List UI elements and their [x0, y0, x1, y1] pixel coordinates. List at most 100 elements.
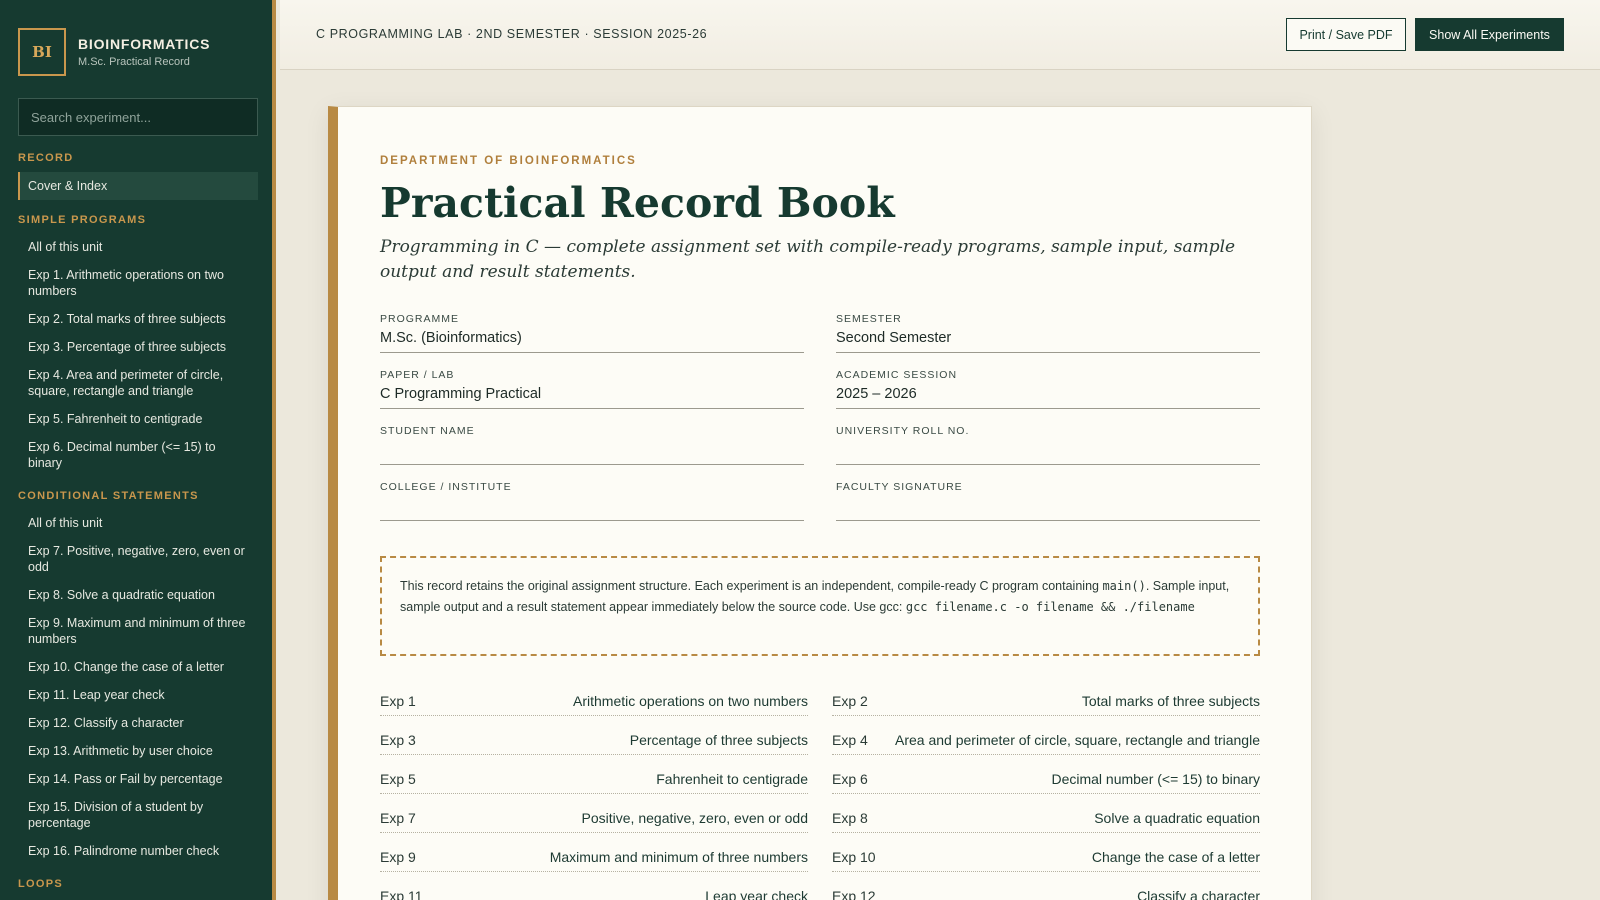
- index-entry-exp3[interactable]: Exp 3 Percentage of three subjects: [380, 716, 808, 755]
- index-entry-exp2[interactable]: Exp 2 Total marks of three subjects: [832, 677, 1260, 716]
- field-label: UNIVERSITY ROLL NO.: [836, 425, 970, 437]
- semester-value: Second Semester: [836, 325, 1260, 353]
- brand-title: BIOINFORMATICS: [78, 36, 211, 52]
- top-bar: C PROGRAMMING LAB · 2ND SEMESTER · SESSI…: [280, 0, 1600, 70]
- note-code-main: main(): [1102, 579, 1146, 593]
- index-entry-exp1[interactable]: Exp 1 Arithmetic operations on two number…: [380, 677, 808, 716]
- roll-no-field: UNIVERSITY ROLL NO.: [836, 425, 1260, 465]
- faculty-signature-field: FACULTY SIGNATURE: [836, 481, 1260, 521]
- index-entry-exp7[interactable]: Exp 7 Positive, negative, zero, even or o…: [380, 794, 808, 833]
- sidebar-item-exp8[interactable]: Exp 8. Solve a quadratic equation: [18, 582, 258, 608]
- sidebar-item-exp14[interactable]: Exp 14. Pass or Fail by percentage: [18, 766, 258, 792]
- sidebar-nav: RECORD Cover & Index SIMPLE PROGRAMS All…: [18, 152, 258, 898]
- search-input[interactable]: [18, 98, 258, 136]
- index-number: Exp 10: [832, 849, 876, 865]
- note-text: This record retains the original assignm…: [400, 579, 1103, 593]
- index-title: Arithmetic operations on two numbers: [573, 693, 808, 709]
- field-label: COLLEGE / INSTITUTE: [380, 481, 512, 493]
- index-title: Change the case of a letter: [1091, 849, 1260, 865]
- nav-section-loops: LOOPS: [18, 878, 64, 890]
- field-label: PAPER / LAB: [380, 369, 455, 381]
- index-entry-exp10[interactable]: Exp 10 Change the case of a letter: [832, 833, 1260, 872]
- roll-no-value: [836, 437, 1260, 465]
- semester-field: SEMESTER Second Semester: [836, 313, 1260, 353]
- sidebar-item-exp9[interactable]: Exp 9. Maximum and minimum of three numb…: [18, 610, 258, 652]
- college-value: [380, 493, 804, 521]
- sidebar-item-exp1[interactable]: Exp 1. Arithmetic operations on two numb…: [18, 262, 258, 304]
- sidebar-item-all-simple[interactable]: All of this unit: [18, 234, 258, 260]
- sidebar-item-exp7[interactable]: Exp 7. Positive, negative, zero, even or…: [18, 538, 258, 580]
- sidebar-item-all-conditional[interactable]: All of this unit: [18, 510, 258, 536]
- index-number: Exp 12: [832, 888, 876, 900]
- paper-field: PAPER / LAB C Programming Practical: [380, 369, 804, 409]
- sidebar-item-exp10[interactable]: Exp 10. Change the case of a letter: [18, 654, 258, 680]
- index-number: Exp 4: [832, 732, 868, 748]
- breadcrumb: C PROGRAMMING LAB · 2ND SEMESTER · SESSI…: [316, 27, 708, 41]
- sidebar-item-exp15[interactable]: Exp 15. Division of a student by percent…: [18, 794, 258, 836]
- instructions-note: This record retains the original assignm…: [380, 556, 1260, 656]
- page-title: Practical Record Book: [380, 179, 895, 227]
- programme-value: M.Sc. (Bioinformatics): [380, 325, 804, 353]
- field-label: SEMESTER: [836, 313, 902, 325]
- index-title: Percentage of three subjects: [629, 732, 808, 748]
- field-label: ACADEMIC SESSION: [836, 369, 958, 381]
- brand-subtitle: M.Sc. Practical Record: [78, 56, 190, 68]
- nav-section-simple-programs: SIMPLE PROGRAMS: [18, 214, 147, 226]
- student-name-value: [380, 437, 804, 465]
- field-label: PROGRAMME: [380, 313, 460, 325]
- index-entry-exp12[interactable]: Exp 12 Classify a character: [832, 872, 1260, 900]
- index-title: Maximum and minimum of three numbers: [549, 849, 808, 865]
- note-code-gcc: gcc filename.c -o filename && ./filename: [905, 600, 1195, 614]
- index-number: Exp 8: [832, 810, 868, 826]
- field-label: FACULTY SIGNATURE: [836, 481, 963, 493]
- sidebar-item-exp3[interactable]: Exp 3. Percentage of three subjects: [18, 334, 258, 360]
- index-number: Exp 3: [380, 732, 416, 748]
- show-all-experiments-button[interactable]: Show All Experiments: [1415, 18, 1564, 51]
- student-name-field: STUDENT NAME: [380, 425, 804, 465]
- department-label: DEPARTMENT OF BIOINFORMATICS: [380, 155, 637, 167]
- record-cover-page: DEPARTMENT OF BIOINFORMATICS Practical R…: [328, 106, 1312, 900]
- print-save-pdf-button[interactable]: Print / Save PDF: [1286, 18, 1406, 51]
- index-number: Exp 6: [832, 771, 868, 787]
- nav-section-conditional: CONDITIONAL STATEMENTS: [18, 490, 199, 502]
- college-field: COLLEGE / INSTITUTE: [380, 481, 804, 521]
- sidebar-item-exp4[interactable]: Exp 4. Area and perimeter of circle, squ…: [18, 362, 258, 404]
- index-title: Fahrenheit to centigrade: [656, 771, 808, 787]
- sidebar-item-exp16[interactable]: Exp 16. Palindrome number check: [18, 838, 258, 864]
- index-title: Decimal number (<= 15) to binary: [1051, 771, 1260, 787]
- index-entry-exp4[interactable]: Exp 4 Area and perimeter of circle, squar…: [832, 716, 1260, 755]
- index-entry-exp5[interactable]: Exp 5 Fahrenheit to centigrade: [380, 755, 808, 794]
- index-number: Exp 5: [380, 771, 416, 787]
- index-title: Positive, negative, zero, even or odd: [581, 810, 808, 826]
- sidebar-item-cover-index[interactable]: Cover & Index: [18, 172, 258, 200]
- nav-section-record: RECORD: [18, 152, 74, 164]
- sidebar: BI BIOINFORMATICS M.Sc. Practical Record…: [0, 0, 276, 900]
- sidebar-item-exp13[interactable]: Exp 13. Arithmetic by user choice: [18, 738, 258, 764]
- sidebar-item-exp2[interactable]: Exp 2. Total marks of three subjects: [18, 306, 258, 332]
- index-entry-exp11[interactable]: Exp 11 Leap year check: [380, 872, 808, 900]
- index-number: Exp 1: [380, 693, 416, 709]
- experiment-index: Exp 1 Arithmetic operations on two number…: [380, 677, 1260, 900]
- index-number: Exp 9: [380, 849, 416, 865]
- sidebar-item-exp5[interactable]: Exp 5. Fahrenheit to centigrade: [18, 406, 258, 432]
- sidebar-item-exp6[interactable]: Exp 6. Decimal number (<= 15) to binary: [18, 434, 258, 476]
- index-title: Leap year check: [705, 888, 808, 900]
- index-number: Exp 11: [380, 888, 423, 900]
- index-title: Solve a quadratic equation: [1094, 810, 1260, 826]
- brand-badge: BI: [18, 28, 66, 76]
- index-entry-exp9[interactable]: Exp 9 Maximum and minimum of three number…: [380, 833, 808, 872]
- index-title: Area and perimeter of circle, square, re…: [895, 732, 1260, 748]
- brand[interactable]: BI BIOINFORMATICS M.Sc. Practical Record: [18, 28, 210, 76]
- index-title: Total marks of three subjects: [1081, 693, 1260, 709]
- session-field: ACADEMIC SESSION 2025 – 2026: [836, 369, 1260, 409]
- programme-field: PROGRAMME M.Sc. (Bioinformatics): [380, 313, 804, 353]
- index-number: Exp 2: [832, 693, 868, 709]
- sidebar-item-exp11[interactable]: Exp 11. Leap year check: [18, 682, 258, 708]
- index-entry-exp8[interactable]: Exp 8 Solve a quadratic equation: [832, 794, 1260, 833]
- page-subtitle: Programming in C — complete assignment s…: [380, 237, 1236, 282]
- index-entry-exp6[interactable]: Exp 6 Decimal number (<= 15) to binary: [832, 755, 1260, 794]
- field-label: STUDENT NAME: [380, 425, 475, 437]
- index-number: Exp 7: [380, 810, 416, 826]
- sidebar-item-exp12[interactable]: Exp 12. Classify a character: [18, 710, 258, 736]
- faculty-signature-value: [836, 493, 1260, 521]
